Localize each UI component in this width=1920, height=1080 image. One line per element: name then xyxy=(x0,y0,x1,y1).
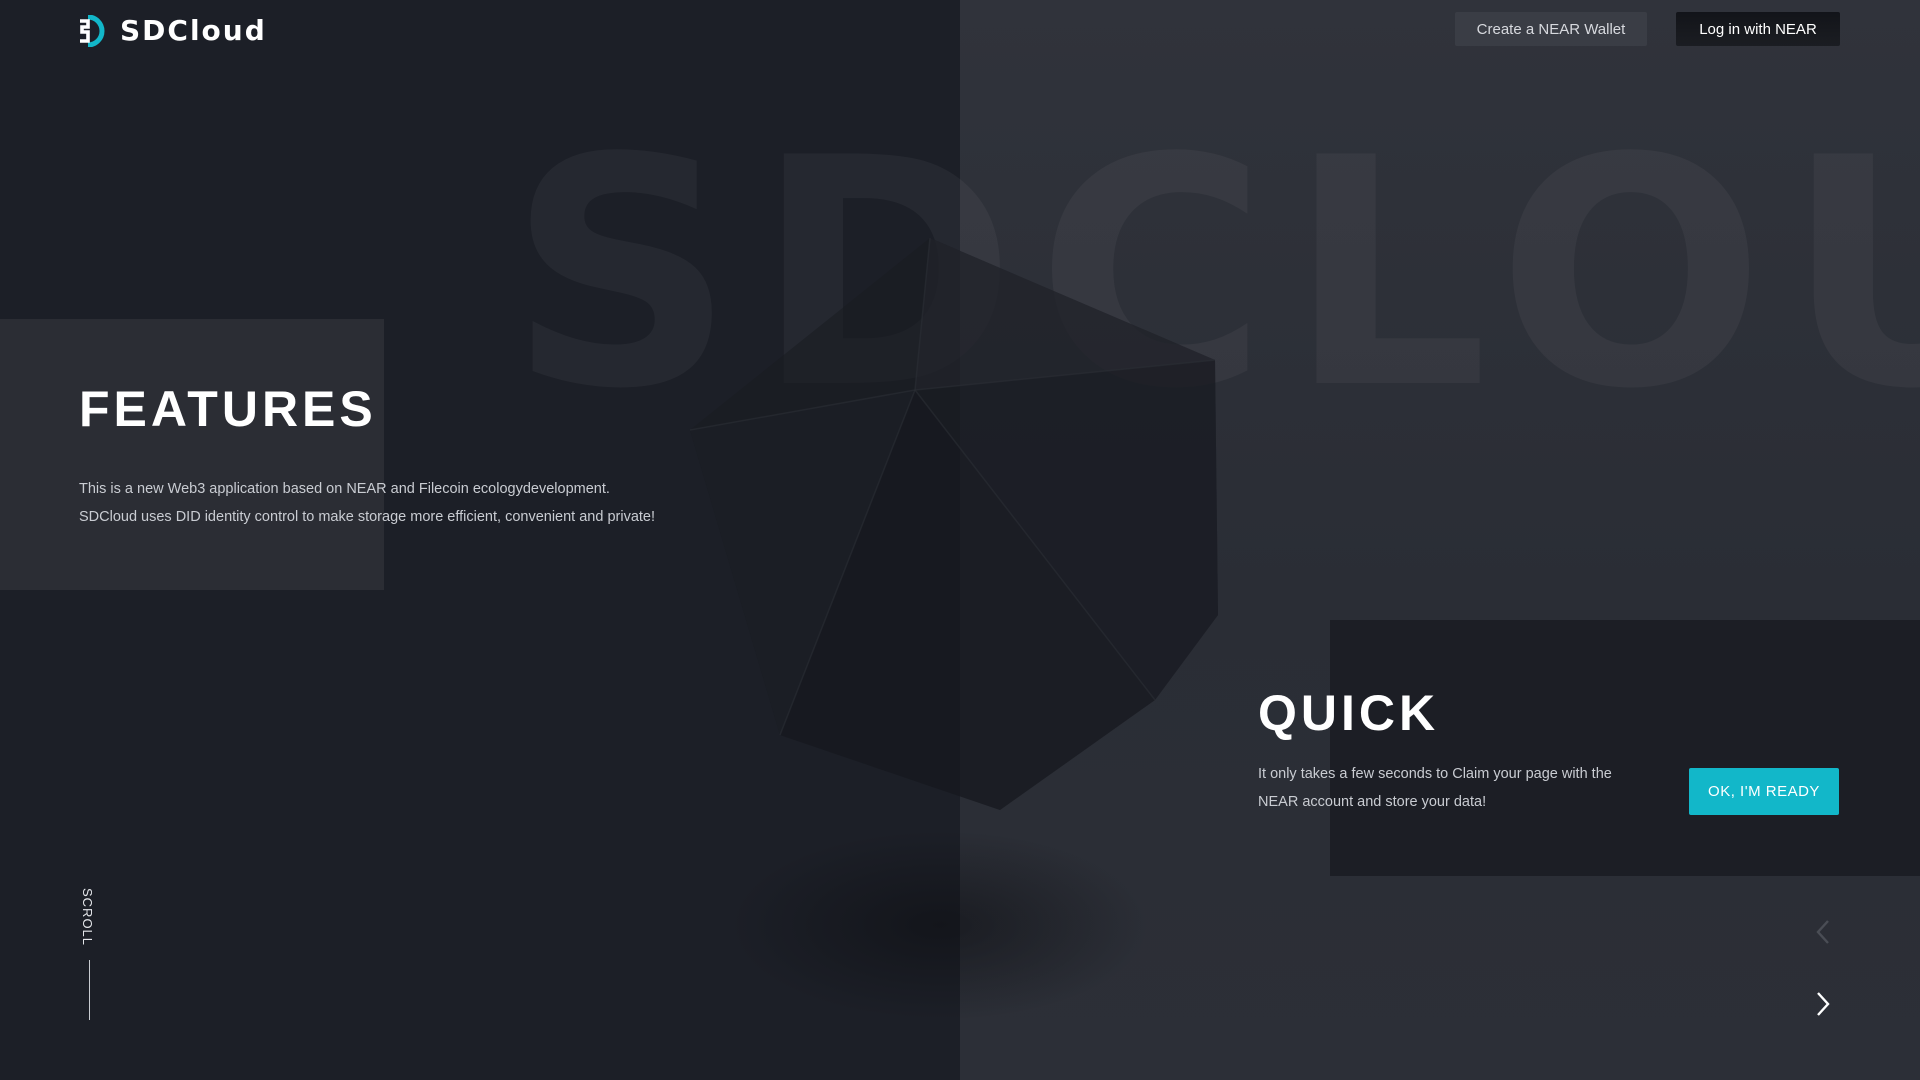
quick-panel xyxy=(1330,620,1920,876)
background-right-panel xyxy=(960,0,1920,1080)
quick-description: It only takes a few seconds to Claim you… xyxy=(1258,766,1612,810)
features-description: This is a new Web3 application based on … xyxy=(79,475,655,531)
scroll-indicator-label: SCROLL xyxy=(80,888,95,947)
slide-prev-button[interactable] xyxy=(1808,914,1838,950)
quick-title: QUICK xyxy=(1258,685,1440,741)
features-panel xyxy=(0,319,384,590)
chevron-right-icon xyxy=(1817,992,1830,1016)
features-description-line: SDCloud uses DID identity control to mak… xyxy=(79,509,655,525)
ok-im-ready-button[interactable]: OK, I'M READY xyxy=(1689,768,1839,815)
chevron-left-icon xyxy=(1816,920,1829,944)
features-description-line: This is a new Web3 application based on … xyxy=(79,481,610,497)
logo-link[interactable]: SDCloud xyxy=(78,14,267,47)
logo-text: SDCloud xyxy=(120,14,267,47)
slide-next-button[interactable] xyxy=(1808,986,1838,1022)
features-title: FEATURES xyxy=(79,381,377,437)
create-near-wallet-button[interactable]: Create a NEAR Wallet xyxy=(1455,12,1647,46)
sdcloud-logo-icon xyxy=(80,14,105,47)
header: SDCloud Create a NEAR Wallet Log in with… xyxy=(0,0,1920,60)
login-with-near-button[interactable]: Log in with NEAR xyxy=(1676,12,1840,46)
scroll-indicator-line xyxy=(89,960,90,1020)
